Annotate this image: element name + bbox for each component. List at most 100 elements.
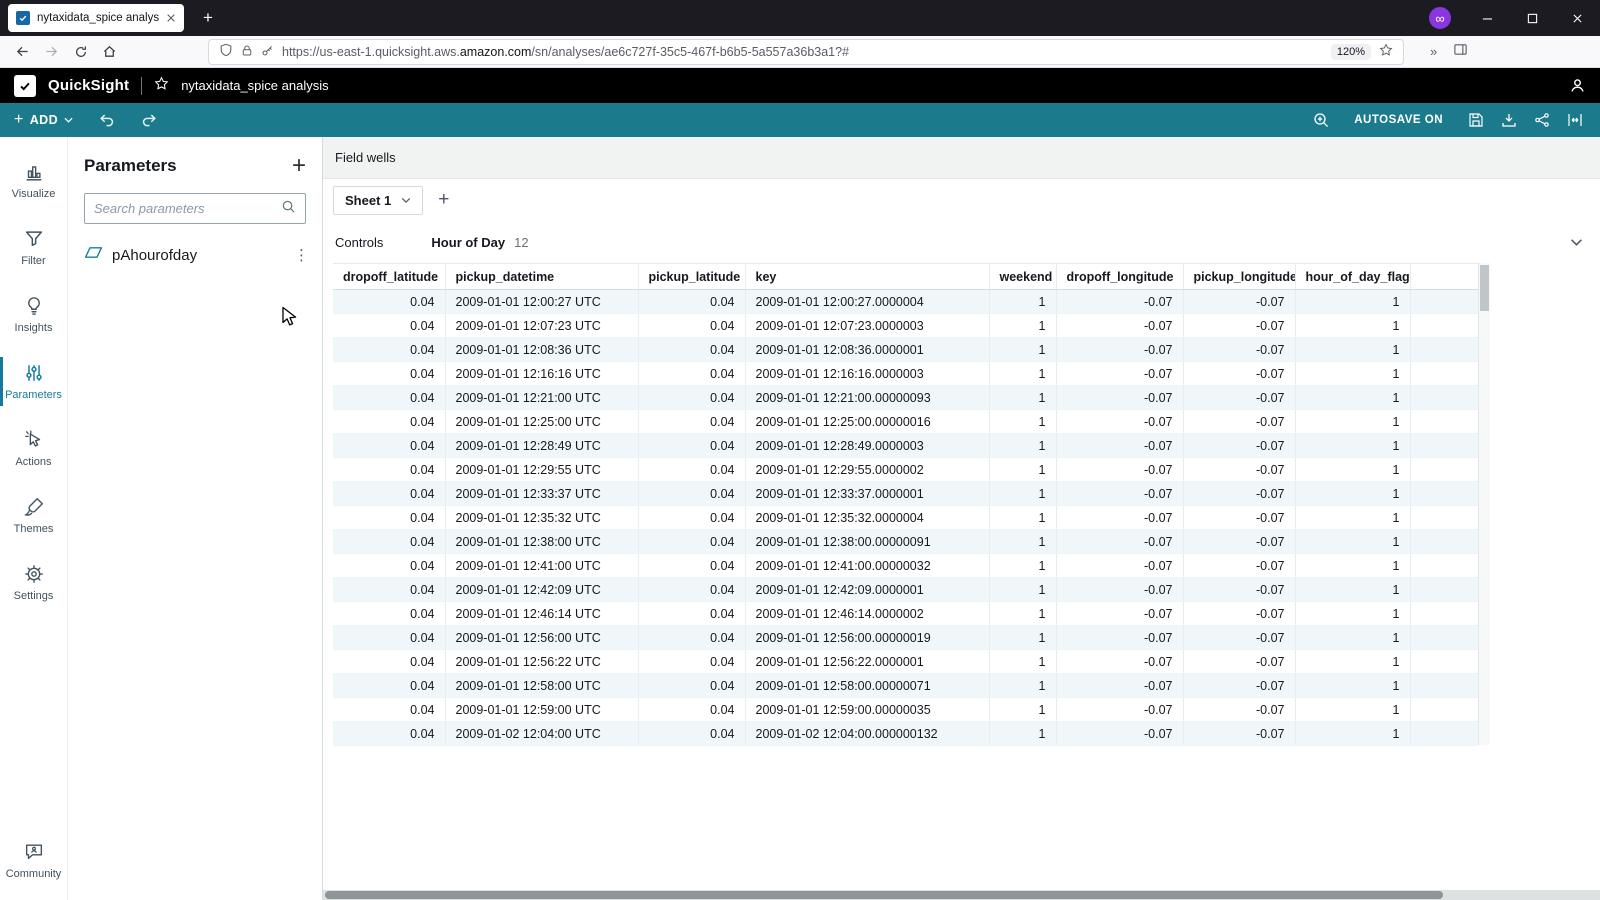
- controls-collapse-button[interactable]: [1562, 228, 1590, 256]
- cell-pickup_latitude[interactable]: 0.04: [638, 362, 745, 386]
- column-header-weekend[interactable]: weekend: [989, 264, 1056, 290]
- reload-button[interactable]: [66, 39, 95, 65]
- column-header-pickup_latitude[interactable]: pickup_latitude: [638, 264, 745, 290]
- cell-weekend[interactable]: 1: [989, 506, 1056, 530]
- cell-pickup_latitude[interactable]: 0.04: [638, 530, 745, 554]
- cell-key[interactable]: 2009-01-01 12:28:49.0000003: [745, 434, 989, 458]
- undo-button[interactable]: [95, 109, 117, 131]
- cell-pickup_latitude[interactable]: 0.04: [638, 314, 745, 338]
- table-row[interactable]: 0.042009-01-01 12:16:16 UTC0.042009-01-0…: [333, 362, 1478, 386]
- sidebar-item-filter[interactable]: Filter: [0, 214, 67, 281]
- table-row[interactable]: 0.042009-01-01 12:35:32 UTC0.042009-01-0…: [333, 506, 1478, 530]
- cell-key[interactable]: 2009-01-01 12:59:00.00000035: [745, 698, 989, 722]
- cell-weekend[interactable]: 1: [989, 362, 1056, 386]
- cell-pickup_longitude[interactable]: -0.07: [1183, 554, 1295, 578]
- cell-pickup_datetime[interactable]: 2009-01-01 12:46:14 UTC: [445, 602, 638, 626]
- cell-weekend[interactable]: 1: [989, 314, 1056, 338]
- cell-hour_of_day_flag[interactable]: 1: [1295, 650, 1410, 674]
- quicksight-logo-icon[interactable]: [14, 75, 36, 97]
- cell-weekend[interactable]: 1: [989, 578, 1056, 602]
- cell-pickup_datetime[interactable]: 2009-01-01 12:38:00 UTC: [445, 530, 638, 554]
- cell-pickup_latitude[interactable]: 0.04: [638, 554, 745, 578]
- cell-dropoff_longitude[interactable]: -0.07: [1056, 554, 1183, 578]
- vertical-scrollbar[interactable]: [1478, 263, 1490, 745]
- cell-pickup_datetime[interactable]: 2009-01-01 12:42:09 UTC: [445, 578, 638, 602]
- cell-dropoff_latitude[interactable]: 0.04: [333, 722, 445, 746]
- cell-dropoff_longitude[interactable]: -0.07: [1056, 506, 1183, 530]
- cell-pickup_longitude[interactable]: -0.07: [1183, 482, 1295, 506]
- cell-pickup_longitude[interactable]: -0.07: [1183, 362, 1295, 386]
- cell-pickup_latitude[interactable]: 0.04: [638, 578, 745, 602]
- cell-hour_of_day_flag[interactable]: 1: [1295, 434, 1410, 458]
- cell-dropoff_longitude[interactable]: -0.07: [1056, 626, 1183, 650]
- export-icon[interactable]: [1498, 109, 1520, 131]
- sidebar-item-settings[interactable]: Settings: [0, 549, 67, 616]
- cell-key[interactable]: 2009-01-01 12:56:00.00000019: [745, 626, 989, 650]
- tracking-shield-icon[interactable]: [219, 43, 233, 60]
- cell-dropoff_longitude[interactable]: -0.07: [1056, 458, 1183, 482]
- horizontal-scrollbar[interactable]: [323, 890, 1600, 900]
- hour-of-day-control[interactable]: Hour of Day 12: [431, 235, 528, 250]
- cell-pickup_longitude[interactable]: -0.07: [1183, 434, 1295, 458]
- vertical-scrollbar-thumb[interactable]: [1480, 265, 1489, 311]
- cell-pickup_latitude[interactable]: 0.04: [638, 650, 745, 674]
- column-header-key[interactable]: key: [745, 264, 989, 290]
- cell-pickup_datetime[interactable]: 2009-01-01 12:41:00 UTC: [445, 554, 638, 578]
- table-row[interactable]: 0.042009-01-01 12:41:00 UTC0.042009-01-0…: [333, 554, 1478, 578]
- table-row[interactable]: 0.042009-01-01 12:56:22 UTC0.042009-01-0…: [333, 650, 1478, 674]
- table-row[interactable]: 0.042009-01-01 12:56:00 UTC0.042009-01-0…: [333, 626, 1478, 650]
- cell-dropoff_longitude[interactable]: -0.07: [1056, 410, 1183, 434]
- favorite-star-icon[interactable]: [154, 76, 169, 96]
- cell-weekend[interactable]: 1: [989, 698, 1056, 722]
- table-row[interactable]: 0.042009-01-01 12:08:36 UTC0.042009-01-0…: [333, 338, 1478, 362]
- cell-dropoff_longitude[interactable]: -0.07: [1056, 698, 1183, 722]
- user-menu-icon[interactable]: [1569, 77, 1586, 94]
- cell-hour_of_day_flag[interactable]: 1: [1295, 722, 1410, 746]
- window-minimize-button[interactable]: [1465, 0, 1510, 36]
- cell-dropoff_latitude[interactable]: 0.04: [333, 506, 445, 530]
- field-wells-bar[interactable]: Field wells: [323, 137, 1600, 179]
- zoom-level-button[interactable]: 120%: [1331, 44, 1371, 60]
- cell-key[interactable]: 2009-01-01 12:21:00.00000093: [745, 386, 989, 410]
- cell-pickup_datetime[interactable]: 2009-01-02 12:04:00 UTC: [445, 722, 638, 746]
- tab-close-icon[interactable]: [166, 11, 176, 26]
- sidebar-item-community[interactable]: Community: [0, 827, 67, 894]
- cell-pickup_datetime[interactable]: 2009-01-01 12:28:49 UTC: [445, 434, 638, 458]
- cell-pickup_latitude[interactable]: 0.04: [638, 386, 745, 410]
- cell-pickup_latitude[interactable]: 0.04: [638, 290, 745, 314]
- cell-hour_of_day_flag[interactable]: 1: [1295, 602, 1410, 626]
- parameter-menu-icon[interactable]: ⋮: [294, 246, 309, 264]
- cell-weekend[interactable]: 1: [989, 386, 1056, 410]
- cell-dropoff_latitude[interactable]: 0.04: [333, 362, 445, 386]
- sidebar-item-visualize[interactable]: Visualize: [0, 147, 67, 214]
- tab-sheet-1[interactable]: Sheet 1: [333, 186, 423, 215]
- cell-pickup_latitude[interactable]: 0.04: [638, 506, 745, 530]
- sidebar-toggle-icon[interactable]: [1453, 42, 1468, 62]
- cell-pickup_latitude[interactable]: 0.04: [638, 626, 745, 650]
- cell-dropoff_latitude[interactable]: 0.04: [333, 602, 445, 626]
- parameter-list-item[interactable]: pAhourofday ⋮: [68, 246, 322, 264]
- cell-weekend[interactable]: 1: [989, 554, 1056, 578]
- cell-pickup_latitude[interactable]: 0.04: [638, 674, 745, 698]
- cell-pickup_latitude[interactable]: 0.04: [638, 602, 745, 626]
- cell-pickup_latitude[interactable]: 0.04: [638, 458, 745, 482]
- cell-pickup_latitude[interactable]: 0.04: [638, 338, 745, 362]
- cell-dropoff_latitude[interactable]: 0.04: [333, 626, 445, 650]
- cell-pickup_latitude[interactable]: 0.04: [638, 722, 745, 746]
- cell-key[interactable]: 2009-01-01 12:16:16.0000003: [745, 362, 989, 386]
- cell-dropoff_latitude[interactable]: 0.04: [333, 650, 445, 674]
- cell-dropoff_longitude[interactable]: -0.07: [1056, 602, 1183, 626]
- window-maximize-button[interactable]: [1510, 0, 1555, 36]
- cell-pickup_latitude[interactable]: 0.04: [638, 434, 745, 458]
- toolbar-overflow-icon[interactable]: »: [1430, 44, 1437, 59]
- cell-dropoff_latitude[interactable]: 0.04: [333, 578, 445, 602]
- cell-pickup_datetime[interactable]: 2009-01-01 12:07:23 UTC: [445, 314, 638, 338]
- cell-key[interactable]: 2009-01-01 12:46:14.0000002: [745, 602, 989, 626]
- cell-pickup_longitude[interactable]: -0.07: [1183, 698, 1295, 722]
- cell-hour_of_day_flag[interactable]: 1: [1295, 410, 1410, 434]
- cell-pickup_datetime[interactable]: 2009-01-01 12:29:55 UTC: [445, 458, 638, 482]
- cell-dropoff_longitude[interactable]: -0.07: [1056, 578, 1183, 602]
- table-row[interactable]: 0.042009-01-01 12:25:00 UTC0.042009-01-0…: [333, 410, 1478, 434]
- cell-pickup_longitude[interactable]: -0.07: [1183, 578, 1295, 602]
- table-row[interactable]: 0.042009-01-01 12:38:00 UTC0.042009-01-0…: [333, 530, 1478, 554]
